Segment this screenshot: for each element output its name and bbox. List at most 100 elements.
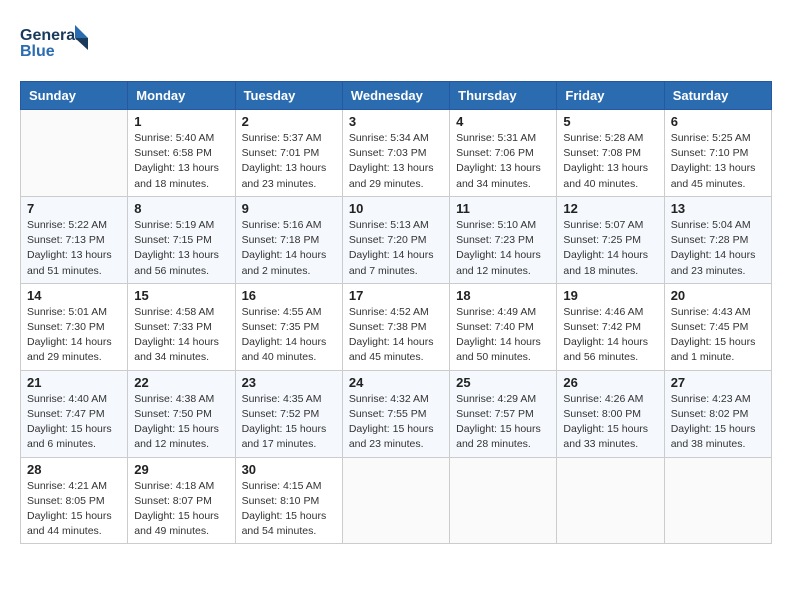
day-info: Sunrise: 5:40 AM Sunset: 6:58 PM Dayligh… [134,131,228,192]
day-info: Sunrise: 4:46 AM Sunset: 7:42 PM Dayligh… [563,305,657,366]
day-info: Sunrise: 5:01 AM Sunset: 7:30 PM Dayligh… [27,305,121,366]
day-number: 13 [671,201,765,216]
day-info: Sunrise: 4:52 AM Sunset: 7:38 PM Dayligh… [349,305,443,366]
calendar-cell: 29 Sunrise: 4:18 AM Sunset: 8:07 PM Dayli… [128,457,235,544]
calendar-cell: 5 Sunrise: 5:28 AM Sunset: 7:08 PM Daylig… [557,110,664,197]
calendar-cell: 19 Sunrise: 4:46 AM Sunset: 7:42 PM Dayli… [557,283,664,370]
day-number: 17 [349,288,443,303]
day-info: Sunrise: 5:34 AM Sunset: 7:03 PM Dayligh… [349,131,443,192]
calendar-cell: 7 Sunrise: 5:22 AM Sunset: 7:13 PM Daylig… [21,196,128,283]
calendar-header-row: SundayMondayTuesdayWednesdayThursdayFrid… [21,82,772,110]
calendar-cell: 28Sunrise: 4:21 AM Sunset: 8:05 PM Dayli… [21,457,128,544]
day-number: 1 [134,114,228,129]
day-number: 11 [456,201,550,216]
day-info: Sunrise: 4:21 AM Sunset: 8:05 PM Dayligh… [27,479,121,540]
day-number: 29 [134,462,228,477]
calendar-cell: 22 Sunrise: 4:38 AM Sunset: 7:50 PM Dayli… [128,370,235,457]
day-number: 27 [671,375,765,390]
day-info: Sunrise: 4:43 AM Sunset: 7:45 PM Dayligh… [671,305,765,366]
day-number: 15 [134,288,228,303]
calendar-cell: 24 Sunrise: 4:32 AM Sunset: 7:55 PM Dayli… [342,370,449,457]
calendar-cell: 14 Sunrise: 5:01 AM Sunset: 7:30 PM Dayli… [21,283,128,370]
day-info: Sunrise: 4:26 AM Sunset: 8:00 PM Dayligh… [563,392,657,453]
logo: GeneralBlue [20,20,90,65]
day-info: Sunrise: 5:04 AM Sunset: 7:28 PM Dayligh… [671,218,765,279]
col-header-tuesday: Tuesday [235,82,342,110]
calendar-cell: 13 Sunrise: 5:04 AM Sunset: 7:28 PM Dayli… [664,196,771,283]
calendar-cell: 6 Sunrise: 5:25 AM Sunset: 7:10 PM Daylig… [664,110,771,197]
day-number: 19 [563,288,657,303]
calendar-cell [664,457,771,544]
day-number: 18 [456,288,550,303]
day-info: Sunrise: 5:25 AM Sunset: 7:10 PM Dayligh… [671,131,765,192]
day-info: Sunrise: 4:38 AM Sunset: 7:50 PM Dayligh… [134,392,228,453]
day-info: Sunrise: 5:28 AM Sunset: 7:08 PM Dayligh… [563,131,657,192]
day-number: 25 [456,375,550,390]
calendar-cell: 9 Sunrise: 5:16 AM Sunset: 7:18 PM Daylig… [235,196,342,283]
calendar-cell: 21Sunrise: 4:40 AM Sunset: 7:47 PM Dayli… [21,370,128,457]
day-info: Sunrise: 5:07 AM Sunset: 7:25 PM Dayligh… [563,218,657,279]
day-number: 3 [349,114,443,129]
calendar-cell: 17 Sunrise: 4:52 AM Sunset: 7:38 PM Dayli… [342,283,449,370]
day-number: 5 [563,114,657,129]
col-header-saturday: Saturday [664,82,771,110]
calendar-week-row: 14 Sunrise: 5:01 AM Sunset: 7:30 PM Dayli… [21,283,772,370]
svg-text:Blue: Blue [20,43,55,60]
day-number: 14 [27,288,121,303]
day-info: Sunrise: 5:37 AM Sunset: 7:01 PM Dayligh… [242,131,336,192]
day-info: Sunrise: 4:35 AM Sunset: 7:52 PM Dayligh… [242,392,336,453]
calendar-cell [450,457,557,544]
calendar-cell: 25Sunrise: 4:29 AM Sunset: 7:57 PM Dayli… [450,370,557,457]
col-header-thursday: Thursday [450,82,557,110]
day-info: Sunrise: 4:55 AM Sunset: 7:35 PM Dayligh… [242,305,336,366]
calendar-cell: 8Sunrise: 5:19 AM Sunset: 7:15 PM Daylig… [128,196,235,283]
col-header-monday: Monday [128,82,235,110]
page-header: GeneralBlue [20,20,772,65]
calendar-cell: 3 Sunrise: 5:34 AM Sunset: 7:03 PM Daylig… [342,110,449,197]
calendar-cell [342,457,449,544]
calendar-table: SundayMondayTuesdayWednesdayThursdayFrid… [20,81,772,544]
day-info: Sunrise: 4:40 AM Sunset: 7:47 PM Dayligh… [27,392,121,453]
calendar-week-row: 1 Sunrise: 5:40 AM Sunset: 6:58 PM Daylig… [21,110,772,197]
calendar-cell [557,457,664,544]
calendar-cell: 26Sunrise: 4:26 AM Sunset: 8:00 PM Dayli… [557,370,664,457]
calendar-cell: 2Sunrise: 5:37 AM Sunset: 7:01 PM Daylig… [235,110,342,197]
calendar-week-row: 7 Sunrise: 5:22 AM Sunset: 7:13 PM Daylig… [21,196,772,283]
day-info: Sunrise: 4:58 AM Sunset: 7:33 PM Dayligh… [134,305,228,366]
day-number: 23 [242,375,336,390]
day-number: 12 [563,201,657,216]
day-info: Sunrise: 4:32 AM Sunset: 7:55 PM Dayligh… [349,392,443,453]
day-number: 7 [27,201,121,216]
day-number: 6 [671,114,765,129]
day-info: Sunrise: 4:18 AM Sunset: 8:07 PM Dayligh… [134,479,228,540]
day-number: 10 [349,201,443,216]
day-number: 24 [349,375,443,390]
calendar-week-row: 28Sunrise: 4:21 AM Sunset: 8:05 PM Dayli… [21,457,772,544]
day-number: 9 [242,201,336,216]
calendar-cell: 18 Sunrise: 4:49 AM Sunset: 7:40 PM Dayli… [450,283,557,370]
col-header-friday: Friday [557,82,664,110]
calendar-cell: 16 Sunrise: 4:55 AM Sunset: 7:35 PM Dayli… [235,283,342,370]
day-number: 20 [671,288,765,303]
calendar-cell: 1 Sunrise: 5:40 AM Sunset: 6:58 PM Daylig… [128,110,235,197]
day-info: Sunrise: 4:49 AM Sunset: 7:40 PM Dayligh… [456,305,550,366]
calendar-cell: 12 Sunrise: 5:07 AM Sunset: 7:25 PM Dayli… [557,196,664,283]
calendar-cell [21,110,128,197]
day-info: Sunrise: 4:15 AM Sunset: 8:10 PM Dayligh… [242,479,336,540]
day-info: Sunrise: 5:31 AM Sunset: 7:06 PM Dayligh… [456,131,550,192]
col-header-wednesday: Wednesday [342,82,449,110]
calendar-cell: 4Sunrise: 5:31 AM Sunset: 7:06 PM Daylig… [450,110,557,197]
calendar-cell: 10Sunrise: 5:13 AM Sunset: 7:20 PM Dayli… [342,196,449,283]
day-number: 22 [134,375,228,390]
calendar-cell: 15 Sunrise: 4:58 AM Sunset: 7:33 PM Dayli… [128,283,235,370]
col-header-sunday: Sunday [21,82,128,110]
calendar-cell: 27 Sunrise: 4:23 AM Sunset: 8:02 PM Dayli… [664,370,771,457]
day-number: 16 [242,288,336,303]
calendar-cell: 23 Sunrise: 4:35 AM Sunset: 7:52 PM Dayli… [235,370,342,457]
day-info: Sunrise: 5:22 AM Sunset: 7:13 PM Dayligh… [27,218,121,279]
day-info: Sunrise: 4:23 AM Sunset: 8:02 PM Dayligh… [671,392,765,453]
calendar-cell: 20 Sunrise: 4:43 AM Sunset: 7:45 PM Dayli… [664,283,771,370]
day-info: Sunrise: 5:16 AM Sunset: 7:18 PM Dayligh… [242,218,336,279]
calendar-cell: 30Sunrise: 4:15 AM Sunset: 8:10 PM Dayli… [235,457,342,544]
calendar-cell: 11Sunrise: 5:10 AM Sunset: 7:23 PM Dayli… [450,196,557,283]
